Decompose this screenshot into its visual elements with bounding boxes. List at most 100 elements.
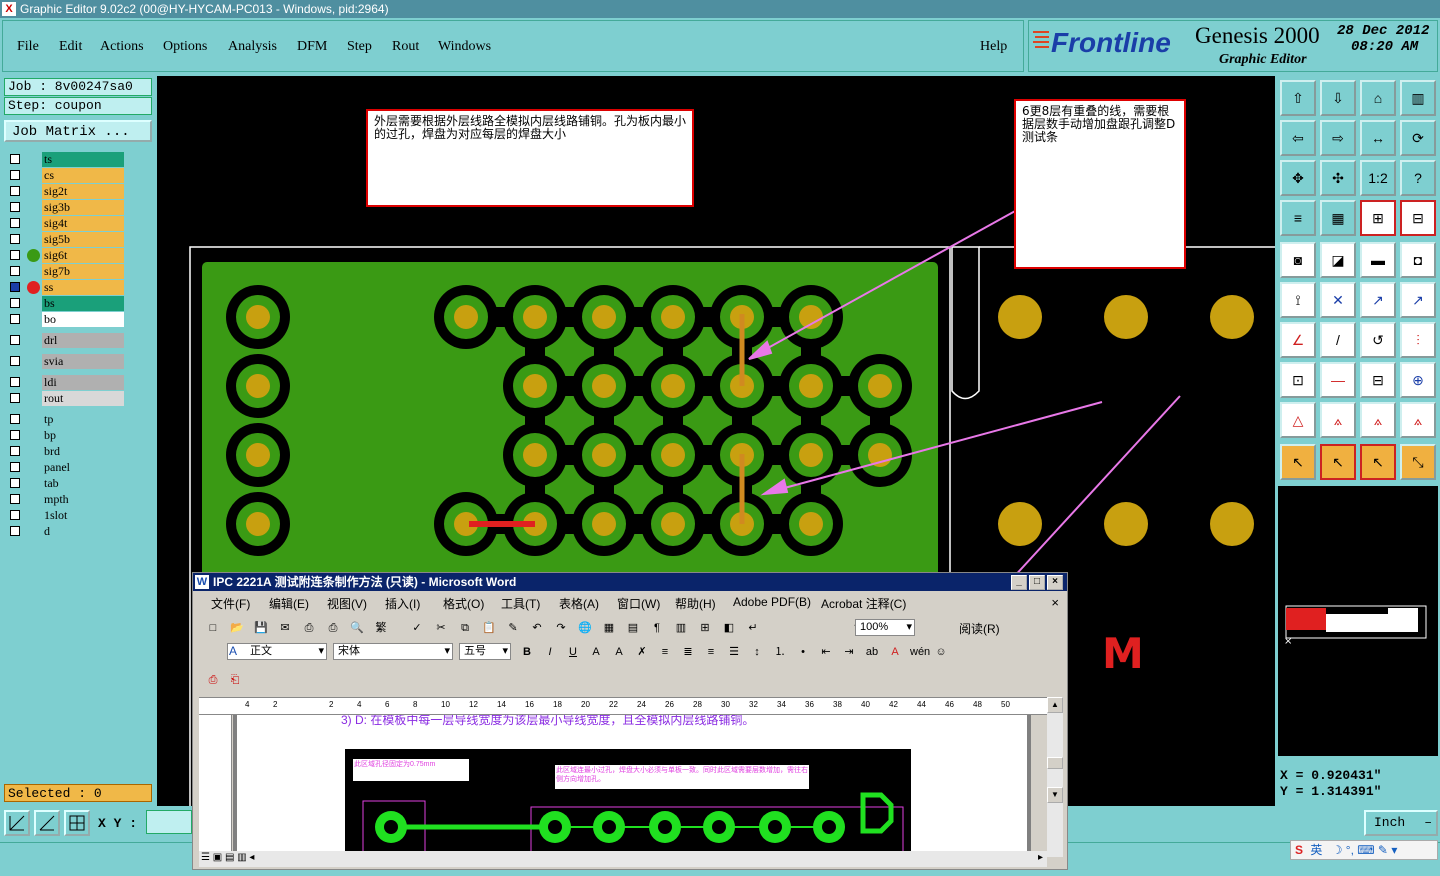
tb-format-painter-icon[interactable]: ✎ (505, 620, 521, 636)
tb-border-char-icon[interactable]: A (588, 644, 604, 660)
word-menu-item[interactable]: 工具(T) (501, 595, 540, 612)
tool-pad-icon[interactable]: ◙ (1280, 242, 1316, 278)
tb-align-center-icon[interactable]: ≣ (680, 644, 696, 660)
tool-right-icon[interactable]: ⇨ (1320, 120, 1356, 156)
tb-permission-icon[interactable]: ✉ (277, 620, 293, 636)
tool-pan-icon[interactable]: ✥ (1280, 160, 1316, 196)
tb-table-icon[interactable]: ▦ (601, 620, 617, 636)
tb-special-icon[interactable]: ✗ (634, 644, 650, 660)
ime-bar[interactable]: S 英 ☽ °, ⌨ ✎ ▾ (1290, 840, 1438, 860)
layer-row-1slot[interactable]: 1slot (6, 508, 126, 523)
horizontal-ruler[interactable]: 4 2 2 4 6 8 10 12 14 16 18 20 22 24 26 28 30 32 34 36 38 40 42… (199, 697, 1053, 715)
menu-help[interactable]: Help (980, 39, 1007, 55)
tool-up-icon[interactable]: ⇧ (1280, 80, 1316, 116)
tool-arc-icon[interactable]: ↺ (1360, 322, 1396, 358)
font-select[interactable]: 宋体 ▾ (333, 643, 453, 660)
tb-shade-char-icon[interactable]: A (611, 644, 627, 660)
layer-row-sig6t[interactable]: sig6t (6, 248, 126, 263)
tool-move-icon[interactable]: ⊡ (1280, 362, 1316, 398)
menu-dfm[interactable]: DFM (297, 39, 327, 55)
layer-checkbox[interactable] (10, 218, 20, 228)
word-menu-item[interactable]: 编辑(E) (269, 595, 309, 612)
word-window[interactable]: W IPC 2221A 测试附连条制作方法 (只读) - Microsoft Wo… (192, 572, 1068, 870)
tb-line-spacing-icon[interactable]: ↕ (749, 644, 765, 660)
tb-open-icon[interactable]: 📂 (229, 620, 245, 636)
measure-tool-button[interactable] (34, 810, 60, 836)
tb-print-icon[interactable]: ⎙ (301, 620, 317, 636)
layer-checkbox[interactable] (10, 393, 20, 403)
layer-checkbox[interactable] (10, 170, 20, 180)
grid-tool-button[interactable] (64, 810, 90, 836)
layer-row-bs[interactable]: bs (6, 296, 126, 311)
scroll-right-button[interactable]: ▸ (1038, 852, 1043, 863)
tb-show-hide-icon[interactable]: ◧ (721, 620, 737, 636)
layer-checkbox[interactable] (10, 266, 20, 276)
tool-edit-icon[interactable]: ◪ (1320, 242, 1356, 278)
style-select[interactable]: 正文 ▾ (227, 643, 327, 660)
menu-rout[interactable]: Rout (392, 39, 419, 55)
size-select[interactable]: 五号 ▾ (459, 643, 511, 660)
tb-drawing-icon[interactable]: ▥ (673, 620, 689, 636)
word-menu-item[interactable]: 窗口(W) (617, 595, 660, 612)
layer-row-rout[interactable]: rout (6, 391, 126, 406)
tb-paragraph-icon[interactable]: ↵ (745, 620, 761, 636)
tb-hyperlink-icon[interactable]: 🌐 (577, 620, 593, 636)
tool-tri4-icon[interactable]: ⟑ (1400, 402, 1436, 438)
menu-edit[interactable]: Edit (59, 39, 82, 55)
layer-checkbox[interactable] (10, 298, 20, 308)
tool-rotate-icon[interactable]: ⟳ (1400, 120, 1436, 156)
layer-row-panel[interactable]: panel (6, 460, 126, 475)
tool-select-icon[interactable]: ◘ (1400, 242, 1436, 278)
word-menu-item[interactable]: 文件(F) (211, 595, 250, 612)
tb-columns-icon[interactable]: ¶ (649, 620, 665, 636)
tb-undo-icon[interactable]: ↶ (529, 620, 545, 636)
word-menu-item[interactable]: 帮助(H) (675, 595, 716, 612)
tool-bar-icon[interactable]: — (1320, 362, 1356, 398)
layer-checkbox[interactable] (10, 377, 20, 387)
layer-checkbox[interactable] (10, 414, 20, 424)
tool-scale-icon[interactable]: 1:2 (1360, 160, 1396, 196)
layer-row-tab[interactable]: tab (6, 476, 126, 491)
tb-save-icon[interactable]: 💾 (253, 620, 269, 636)
tool-merge-icon[interactable]: ⊕ (1400, 362, 1436, 398)
tb-font-color-icon[interactable]: A (887, 644, 903, 660)
word-minimize-button[interactable]: _ (1011, 575, 1027, 590)
layer-checkbox[interactable] (10, 335, 20, 345)
layer-row-sig3b[interactable]: sig3b (6, 200, 126, 215)
word-menu-item[interactable]: 格式(O) (443, 595, 484, 612)
layer-row-ss[interactable]: ss (6, 280, 126, 295)
styles-pane-icon[interactable]: A (229, 644, 237, 658)
tool-layers-a-icon[interactable]: ⊞ (1360, 200, 1396, 236)
job-matrix-button[interactable]: Job Matrix ... (4, 120, 152, 142)
layer-row-sig5b[interactable]: sig5b (6, 232, 126, 247)
read-button[interactable]: 阅读(R) (959, 620, 1000, 637)
layer-row-mpth[interactable]: mpth (6, 492, 126, 507)
layer-checkbox[interactable] (10, 494, 20, 504)
layer-checkbox[interactable] (10, 478, 20, 488)
menu-analysis[interactable]: Analysis (228, 39, 277, 55)
tb-outdent-icon[interactable]: ⇤ (818, 644, 834, 660)
tb-phonetic-icon[interactable]: wén (910, 644, 930, 660)
layer-checkbox[interactable] (10, 526, 20, 536)
tool-window-icon[interactable]: ▥ (1400, 80, 1436, 116)
tool-tri2-icon[interactable]: ⟑ (1320, 402, 1356, 438)
tb-align-left-icon[interactable]: ≡ (657, 644, 673, 660)
tool-line-icon[interactable]: / (1320, 322, 1356, 358)
tb-align-right-icon[interactable]: ≡ (703, 644, 719, 660)
tb-underline-icon[interactable]: U (565, 644, 581, 660)
layer-checkbox[interactable] (10, 430, 20, 440)
units-selector[interactable]: Inch ‒ (1364, 810, 1438, 836)
layer-checkbox[interactable] (10, 154, 20, 164)
layer-checkbox[interactable] (10, 446, 20, 456)
doc-close-icon[interactable]: × (1051, 595, 1059, 610)
layer-checkbox[interactable] (10, 234, 20, 244)
tool-angle-icon[interactable]: ∠ (1280, 322, 1316, 358)
layer-checkbox[interactable] (10, 250, 20, 260)
layer-row-bp[interactable]: bp (6, 428, 126, 443)
tool-connect-icon[interactable]: ⟟ (1280, 282, 1316, 318)
document-area[interactable]: 3) D: 在模板中每一层导线宽度为该层最小导线宽度，且全模拟内层线路铺铜。 此… (233, 715, 1031, 851)
tool-tri3-icon[interactable]: ⟑ (1360, 402, 1396, 438)
menu-file[interactable]: File (17, 39, 39, 55)
tool-pointer2-icon[interactable]: ↖ (1320, 444, 1356, 480)
word-close-button[interactable]: × (1047, 575, 1063, 590)
